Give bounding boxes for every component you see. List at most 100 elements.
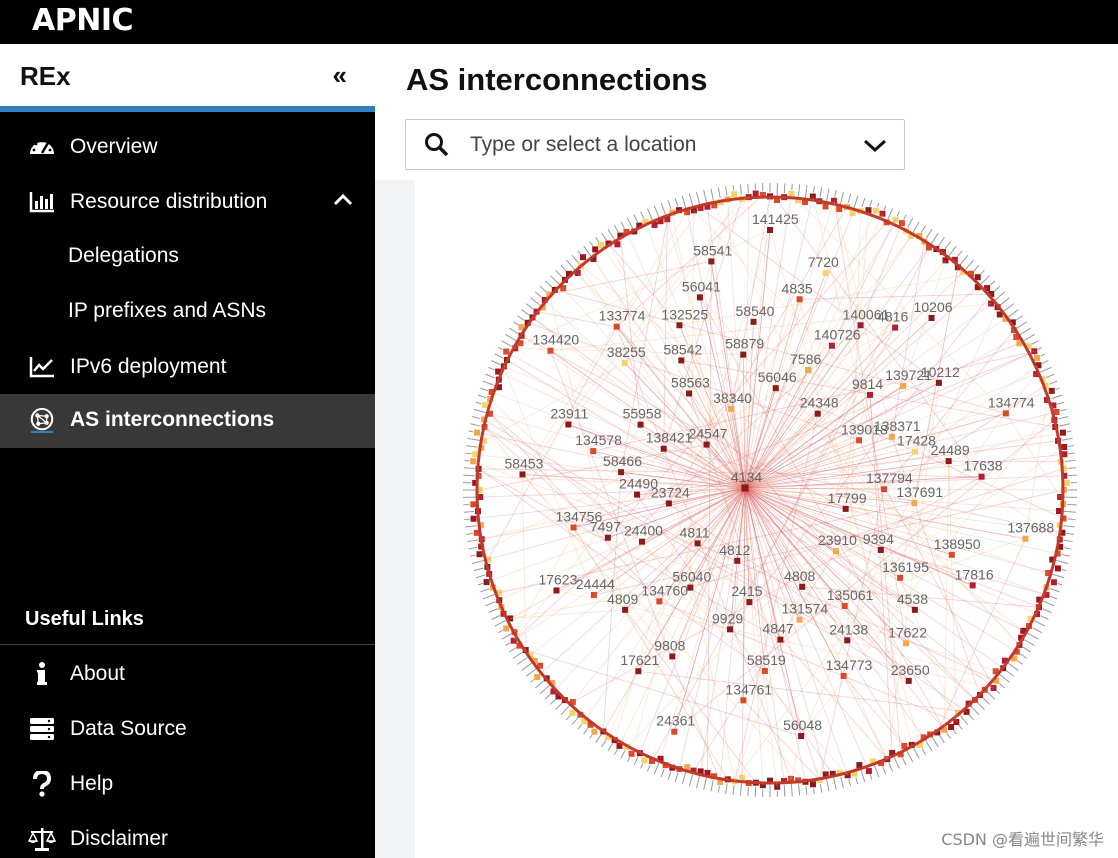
- as-node[interactable]: [686, 390, 693, 397]
- as-node[interactable]: [900, 382, 907, 389]
- as-node[interactable]: [740, 351, 747, 358]
- as-node[interactable]: [798, 733, 805, 740]
- collapse-sidebar-button[interactable]: «: [333, 60, 347, 91]
- as-node[interactable]: [969, 582, 976, 589]
- outer-node[interactable]: [872, 207, 879, 214]
- as-node[interactable]: [841, 603, 848, 610]
- as-node[interactable]: [772, 385, 779, 392]
- as-node[interactable]: [814, 410, 821, 417]
- as-node[interactable]: [734, 557, 741, 564]
- as-node[interactable]: [519, 471, 526, 478]
- as-node[interactable]: [935, 379, 942, 386]
- outer-node[interactable]: [591, 728, 598, 735]
- as-node[interactable]: [570, 524, 577, 531]
- outer-node[interactable]: [503, 625, 510, 632]
- outer-node[interactable]: [569, 709, 576, 716]
- as-node[interactable]: [1022, 535, 1029, 542]
- sidebar-item-as-interconnections[interactable]: AS interconnections: [0, 394, 375, 448]
- apnic-logo[interactable]: APNIC: [32, 3, 134, 38]
- chevron-down-icon[interactable]: [862, 133, 888, 157]
- as-node[interactable]: [622, 606, 629, 613]
- as-node[interactable]: [761, 667, 768, 674]
- outer-node[interactable]: [470, 501, 477, 508]
- outer-node[interactable]: [628, 750, 635, 757]
- as-node[interactable]: [746, 599, 753, 606]
- as-node[interactable]: [911, 606, 918, 613]
- outer-node[interactable]: [483, 579, 490, 586]
- as-node[interactable]: [880, 486, 887, 493]
- outer-node[interactable]: [948, 723, 955, 730]
- as-node[interactable]: [856, 437, 863, 444]
- outer-node[interactable]: [898, 220, 905, 227]
- as-interconnection-graph[interactable]: 141425 4835 7586 7720 140726 24348 140061 4816 9…: [415, 180, 1118, 858]
- as-node[interactable]: [637, 421, 644, 428]
- outer-node[interactable]: [1061, 444, 1068, 451]
- graph-canvas[interactable]: 1414254835758677201407262434814006148169…: [415, 180, 1118, 858]
- as-node[interactable]: [604, 534, 611, 541]
- as-node[interactable]: [665, 500, 672, 507]
- as-node[interactable]: [676, 322, 683, 329]
- as-node[interactable]: [618, 469, 625, 476]
- as-node[interactable]: [565, 421, 572, 428]
- as-node[interactable]: [728, 405, 735, 412]
- outer-node[interactable]: [503, 348, 510, 355]
- as-node[interactable]: [857, 322, 864, 329]
- sidebar-item-resource-distribution[interactable]: Resource distribution: [0, 176, 375, 228]
- as-node[interactable]: [635, 668, 642, 675]
- as-node[interactable]: [639, 538, 646, 545]
- as-node[interactable]: [553, 587, 560, 594]
- as-node[interactable]: [590, 448, 597, 455]
- as-node[interactable]: [799, 583, 806, 590]
- outer-node[interactable]: [641, 757, 648, 764]
- as-node[interactable]: [621, 359, 628, 366]
- as-node[interactable]: [796, 296, 803, 303]
- as-node[interactable]: [547, 347, 554, 354]
- as-node[interactable]: [750, 318, 757, 325]
- as-node[interactable]: [905, 677, 912, 684]
- as-node[interactable]: [833, 548, 840, 555]
- outer-node[interactable]: [752, 190, 759, 197]
- as-node[interactable]: [708, 258, 715, 265]
- sidebar-item-delegations[interactable]: Delegations: [0, 230, 375, 282]
- as-node[interactable]: [877, 546, 884, 553]
- as-node[interactable]: [669, 653, 676, 660]
- as-node[interactable]: [687, 584, 694, 591]
- as-node[interactable]: [948, 551, 955, 558]
- as-node[interactable]: [911, 500, 918, 507]
- as-node[interactable]: [945, 458, 952, 465]
- link-about[interactable]: About: [0, 648, 375, 700]
- as-node[interactable]: [866, 391, 873, 398]
- link-help[interactable]: Help: [0, 758, 375, 810]
- outer-node[interactable]: [598, 242, 605, 249]
- as-node[interactable]: [844, 637, 851, 644]
- as-node[interactable]: [696, 294, 703, 301]
- sidebar-item-ipv6-deployment[interactable]: IPv6 deployment: [0, 341, 375, 393]
- as-node[interactable]: [590, 591, 597, 598]
- as-node[interactable]: [660, 445, 667, 452]
- as-node[interactable]: [903, 640, 910, 647]
- outer-node[interactable]: [809, 781, 816, 788]
- outer-node[interactable]: [1050, 579, 1057, 586]
- outer-node[interactable]: [482, 401, 489, 408]
- outer-node[interactable]: [822, 203, 829, 210]
- outer-node[interactable]: [1033, 355, 1040, 362]
- as-node[interactable]: [840, 672, 847, 679]
- outer-node[interactable]: [1048, 387, 1055, 394]
- as-node[interactable]: [842, 505, 849, 512]
- as-node[interactable]: [656, 598, 663, 605]
- as-node[interactable]: [828, 342, 835, 349]
- hub-node[interactable]: [741, 484, 749, 492]
- as-node[interactable]: [678, 357, 685, 364]
- as-node[interactable]: [796, 616, 803, 623]
- link-data-source[interactable]: Data Source: [0, 703, 375, 755]
- as-node[interactable]: [928, 314, 935, 321]
- link-disclaimer[interactable]: Disclaimer: [0, 813, 375, 858]
- chevron-up-icon[interactable]: [331, 188, 355, 212]
- as-node[interactable]: [777, 636, 784, 643]
- as-node[interactable]: [822, 270, 829, 277]
- as-node[interactable]: [767, 227, 773, 233]
- location-search-input[interactable]: [470, 130, 850, 160]
- as-node[interactable]: [892, 324, 899, 331]
- as-node[interactable]: [727, 626, 734, 633]
- as-node[interactable]: [805, 366, 812, 373]
